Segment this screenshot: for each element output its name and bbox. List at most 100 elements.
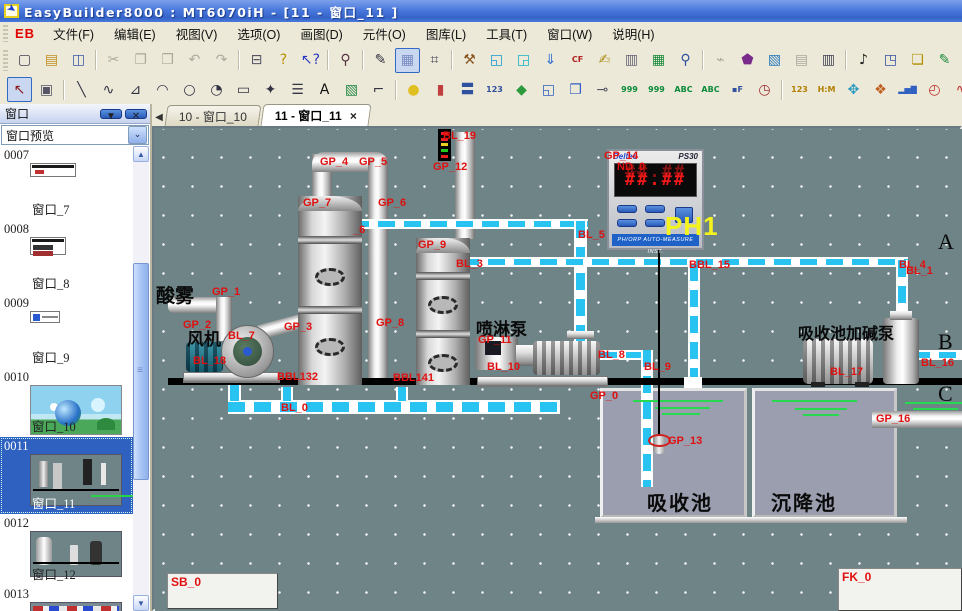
recipe-table-icon[interactable]: ▦ — [646, 48, 671, 73]
tab-window-2[interactable]: 11 - 窗口_11× — [261, 104, 372, 126]
label-bl-1[interactable]: BL_1 — [906, 265, 933, 277]
save-icon[interactable]: ◫ — [66, 48, 91, 73]
scrollbar-thumb[interactable] — [133, 263, 149, 480]
tab-window-1[interactable]: 10 - 窗口_10 — [165, 105, 262, 126]
function-button-icon[interactable]: ▪F — [725, 77, 750, 102]
system-settings-icon[interactable]: ◳ — [878, 48, 903, 73]
function-key-icon[interactable]: ◆ — [509, 77, 534, 102]
bar-graph-icon[interactable]: ▂▅▇ — [895, 77, 920, 102]
pipe-bl-5[interactable] — [574, 221, 587, 341]
sound-library-icon[interactable]: ♪ — [851, 48, 876, 73]
panel-collapse-icon[interactable]: ▼ — [100, 109, 122, 119]
picture-manager-icon[interactable]: ▧ — [762, 48, 787, 73]
grid-icon[interactable]: ▦ — [395, 48, 420, 73]
ph-meter-device[interactable]: Deltec PS30 ##.## PH/ORP AUTO-MEASURE IN… — [607, 149, 704, 250]
macro-editor-icon[interactable]: ✍ — [592, 48, 617, 73]
clock-icon[interactable]: ◷ — [752, 77, 777, 102]
stack-led-indicator[interactable] — [438, 129, 451, 161]
cf-card-icon[interactable]: CF — [565, 48, 590, 73]
menu-item-3[interactable]: 视图(V) — [166, 22, 228, 45]
window-item-0007[interactable]: 0007窗口_7 — [0, 146, 133, 220]
ph-probe-cable[interactable] — [658, 250, 660, 440]
compile-icon[interactable]: ⚒ — [457, 48, 482, 73]
rectangle-icon[interactable]: ▭ — [231, 77, 256, 102]
scroll-down-icon[interactable]: ▼ — [133, 595, 149, 611]
window-item-0008[interactable]: 0008窗口_8 — [0, 220, 133, 294]
fan-base[interactable] — [183, 372, 280, 383]
scrubber-tower-2[interactable] — [416, 238, 470, 385]
move-shape-icon[interactable]: ✥ — [841, 77, 866, 102]
window-item-0012[interactable]: 0012窗口_12 — [0, 514, 133, 585]
pipe-tower2-drain[interactable] — [396, 387, 408, 401]
pipe-bl-p1[interactable] — [352, 219, 588, 229]
new-file-icon[interactable]: ▢ — [12, 48, 37, 73]
window-item-0013[interactable]: 0013 — [0, 585, 133, 611]
picture-icon[interactable]: ▧ — [339, 77, 364, 102]
download-icon[interactable]: ⇓ — [538, 48, 563, 73]
pen-icon[interactable]: ✎ — [368, 48, 393, 73]
numeric-display-icon[interactable]: 999 — [617, 77, 642, 102]
pipe-bl-0-riser[interactable] — [228, 385, 241, 401]
text-icon[interactable]: A — [312, 77, 337, 102]
window-item-0011[interactable]: 0011窗口_11 — [0, 437, 133, 514]
numeric-bar-icon[interactable]: 123 — [787, 77, 812, 102]
arch-pipe-right-leg[interactable] — [368, 159, 388, 380]
object-properties-icon[interactable]: ▣ — [34, 77, 59, 102]
window-item-0009[interactable]: 0009窗口_9 — [0, 294, 133, 368]
pipe-bl-16[interactable] — [913, 350, 962, 360]
select-arrow-icon[interactable]: ↖ — [7, 77, 32, 102]
tab-close-icon[interactable]: × — [350, 109, 357, 123]
label-library-icon[interactable]: ❏ — [905, 48, 930, 73]
find-icon[interactable]: ⚲ — [333, 48, 358, 73]
print-icon[interactable]: ⊟ — [244, 48, 269, 73]
menu-item-10[interactable]: 说明(H) — [602, 22, 664, 45]
meter-display-icon[interactable]: ◴ — [922, 77, 947, 102]
menu-item-6[interactable]: 元件(O) — [353, 22, 416, 45]
scroll-up-icon[interactable]: ▲ — [133, 146, 149, 162]
pipe-bl-9-tank[interactable] — [641, 350, 653, 487]
pipe-bl-3[interactable] — [462, 257, 908, 267]
address-viewer-icon[interactable]: ⚲ — [673, 48, 698, 73]
pipe-bl-15-drop[interactable] — [688, 264, 700, 384]
menu-item-2[interactable]: 编辑(E) — [104, 22, 166, 45]
pipe-bl-8[interactable] — [600, 350, 646, 360]
word-lamp-icon[interactable]: ▮ — [428, 77, 453, 102]
menu-item-5[interactable]: 画图(D) — [290, 22, 352, 45]
spray-pump-base[interactable] — [477, 376, 608, 387]
set-bit-icon[interactable]: 〓 — [455, 77, 480, 102]
animation-icon[interactable]: ❖ — [868, 77, 893, 102]
menu-item-1[interactable]: 文件(F) — [43, 22, 104, 45]
window-preview-combobox[interactable]: 窗口预览 ⌄ — [1, 125, 149, 145]
com-port-icon[interactable]: ⌁ — [708, 48, 733, 73]
context-help-icon[interactable]: ↖? — [298, 48, 323, 73]
set-word-icon[interactable]: 123 — [482, 77, 507, 102]
window-list-scrollbar[interactable]: ▲ ▼ — [133, 146, 149, 611]
key-object-icon[interactable]: ⊸ — [590, 77, 615, 102]
arc-icon[interactable]: ◠ — [150, 77, 175, 102]
gp16-pipe[interactable] — [872, 411, 962, 428]
pipe-bl-0[interactable] — [228, 400, 560, 414]
design-canvas[interactable]: Deltec PS30 ##.## PH/ORP AUTO-MEASURE IN… — [155, 129, 962, 611]
alkali-pump-head[interactable] — [883, 318, 919, 384]
numeric-input-icon[interactable]: 999 — [644, 77, 669, 102]
menu-item-7[interactable]: 图库(L) — [416, 22, 476, 45]
undo-icon[interactable]: ↶ — [182, 48, 207, 73]
polyline-icon[interactable]: ⊿ — [123, 77, 148, 102]
online-simulate-icon[interactable]: ◱ — [484, 48, 509, 73]
open-file-icon[interactable]: ▤ — [39, 48, 64, 73]
ascii-input-icon[interactable]: ABC — [698, 77, 723, 102]
menu-item-8[interactable]: 工具(T) — [476, 22, 537, 45]
toolbar-grip[interactable] — [3, 50, 8, 71]
help-icon[interactable]: ? — [271, 48, 296, 73]
menu-item-9[interactable]: 窗口(W) — [537, 22, 602, 45]
copy-icon[interactable]: ❐ — [128, 48, 153, 73]
scrubber-tower-1[interactable] — [298, 196, 362, 385]
shape-manager-icon[interactable]: ▤ — [789, 48, 814, 73]
title-bar[interactable]: EasyBuilder8000 : MT6070iH - [11 - 窗口_11… — [0, 0, 962, 22]
window-panel-header[interactable]: 窗口 ▼ ✕ — [0, 104, 150, 124]
ascii-display-icon[interactable]: ABC — [671, 77, 696, 102]
label-row-a[interactable]: A — [938, 229, 954, 255]
pie-icon[interactable]: ◔ — [204, 77, 229, 102]
paste-icon[interactable]: ❒ — [155, 48, 180, 73]
circle-icon[interactable]: ○ — [177, 77, 202, 102]
